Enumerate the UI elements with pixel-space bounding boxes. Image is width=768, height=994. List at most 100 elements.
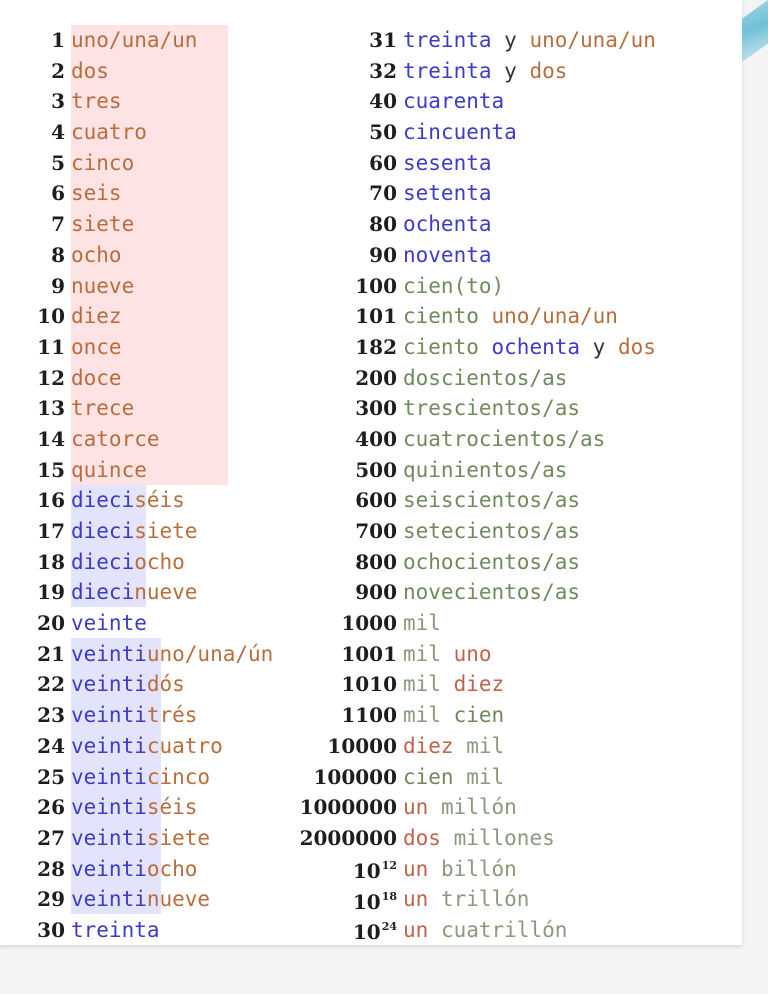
number-row: 1001 mil uno [270, 639, 730, 670]
number-value: 20 [0, 608, 71, 639]
word-part: veinti [71, 733, 147, 758]
word-part: tres [71, 89, 122, 114]
word-part: setenta [403, 181, 492, 206]
word-part: dos [529, 58, 568, 83]
word-part: un [403, 887, 429, 912]
number-value: 700 [270, 516, 403, 547]
word-part: cien(to) [403, 273, 505, 298]
number-word: un cuatrillón [403, 915, 567, 946]
number-digits: 70 [369, 181, 397, 206]
number-row: 70 setenta [270, 178, 730, 209]
number-digits: 6 [51, 181, 65, 206]
number-digits: 200 [355, 365, 397, 390]
word-part: diez [403, 733, 454, 758]
number-value: 17 [0, 516, 71, 547]
number-word: un trillón [403, 884, 529, 915]
number-value: 1000 [270, 608, 403, 639]
number-word: tres [71, 86, 122, 117]
number-digits: 29 [37, 887, 65, 912]
number-row: 182 ciento ochenta y dos [270, 332, 730, 363]
number-value: 24 [0, 731, 71, 762]
number-digits: 1100 [341, 703, 397, 728]
word-part: y [491, 28, 530, 52]
word-part: cinco [146, 764, 211, 789]
number-row: 90 noventa [270, 240, 730, 271]
number-digits: 700 [355, 519, 397, 543]
word-part: trece [71, 396, 135, 421]
word-part: sesenta [403, 150, 492, 175]
word-part [428, 792, 441, 823]
word-part: millones [453, 825, 555, 850]
number-digits: 32 [369, 58, 397, 83]
word-part: seiscientos/as [403, 488, 581, 513]
number-word: uno/una/un [71, 25, 197, 56]
number-word: cincuenta [403, 117, 517, 148]
number-row: 1000 mil [270, 608, 730, 639]
number-value: 5 [0, 148, 71, 179]
number-digits: 3 [51, 89, 65, 114]
number-row: 2000000 dos millones [270, 823, 730, 854]
word-part: diez [453, 672, 505, 697]
number-word: trece [71, 393, 134, 424]
word-part: trés [146, 703, 198, 728]
number-digits: 1000 [341, 611, 397, 636]
number-value: 1 [0, 25, 71, 56]
word-part: dos [617, 334, 656, 359]
number-digits: 20 [37, 611, 65, 636]
word-part: dos [403, 825, 441, 850]
number-value: 31 [270, 25, 403, 56]
number-word: nueve [71, 271, 134, 302]
number-value: 80 [270, 209, 403, 240]
number-digits: 100000 [313, 764, 398, 789]
number-word: diez mil [403, 731, 504, 762]
number-value: 11 [0, 332, 71, 363]
number-row: 700 setecientos/as [270, 516, 730, 547]
word-part [441, 669, 454, 700]
number-word: catorce [71, 424, 160, 455]
number-row: 1100 mil cien [270, 700, 730, 731]
word-part: uno/una/ún [146, 641, 274, 666]
word-part: veinti [71, 887, 147, 912]
number-digits: 60 [369, 150, 397, 175]
word-part [454, 762, 467, 793]
number-word: trescientos/as [403, 393, 580, 424]
word-part: veinte [71, 611, 147, 636]
number-word: once [71, 332, 122, 363]
word-part: veinti [71, 764, 147, 789]
number-value: 30 [0, 915, 71, 946]
number-digits: 80 [369, 212, 397, 237]
number-digits: 2 [51, 58, 65, 83]
number-digits: 7 [51, 212, 65, 237]
number-row: 200 doscientos/as [270, 363, 730, 394]
word-part [428, 915, 441, 946]
number-word: mil uno [403, 639, 492, 670]
word-part: nueve [71, 273, 135, 298]
word-part: uno/una/un [71, 28, 198, 52]
word-part: veinti [71, 672, 147, 697]
number-word: veinti nueve [71, 884, 210, 915]
word-part: dós [146, 672, 185, 697]
number-digits: 600 [355, 488, 397, 513]
word-part [428, 884, 441, 915]
number-row: 1000000 un millón [270, 792, 730, 823]
number-digits: 10 [352, 889, 381, 914]
number-word: dos millones [403, 823, 555, 854]
number-value: 2000000 [270, 823, 403, 854]
number-value: 800 [270, 547, 403, 578]
word-part: dieci [71, 549, 135, 574]
number-value: 29 [0, 884, 71, 915]
word-part: doce [71, 365, 122, 390]
number-value: 40 [270, 86, 403, 117]
number-row: 300 trescientos/as [270, 393, 730, 424]
number-exponent: 18 [381, 889, 397, 903]
number-value: 50 [270, 117, 403, 148]
number-word: dieci ocho [71, 547, 185, 578]
number-value: 6 [0, 178, 71, 209]
number-word: cuatrocientos/as [403, 424, 605, 455]
number-word: cien mil [403, 762, 504, 793]
number-word: sesenta [403, 148, 492, 179]
number-value: 10 [0, 301, 71, 332]
number-value: 300 [270, 393, 403, 424]
number-word: seiscientos/as [403, 485, 580, 516]
number-word: doce [71, 363, 122, 394]
